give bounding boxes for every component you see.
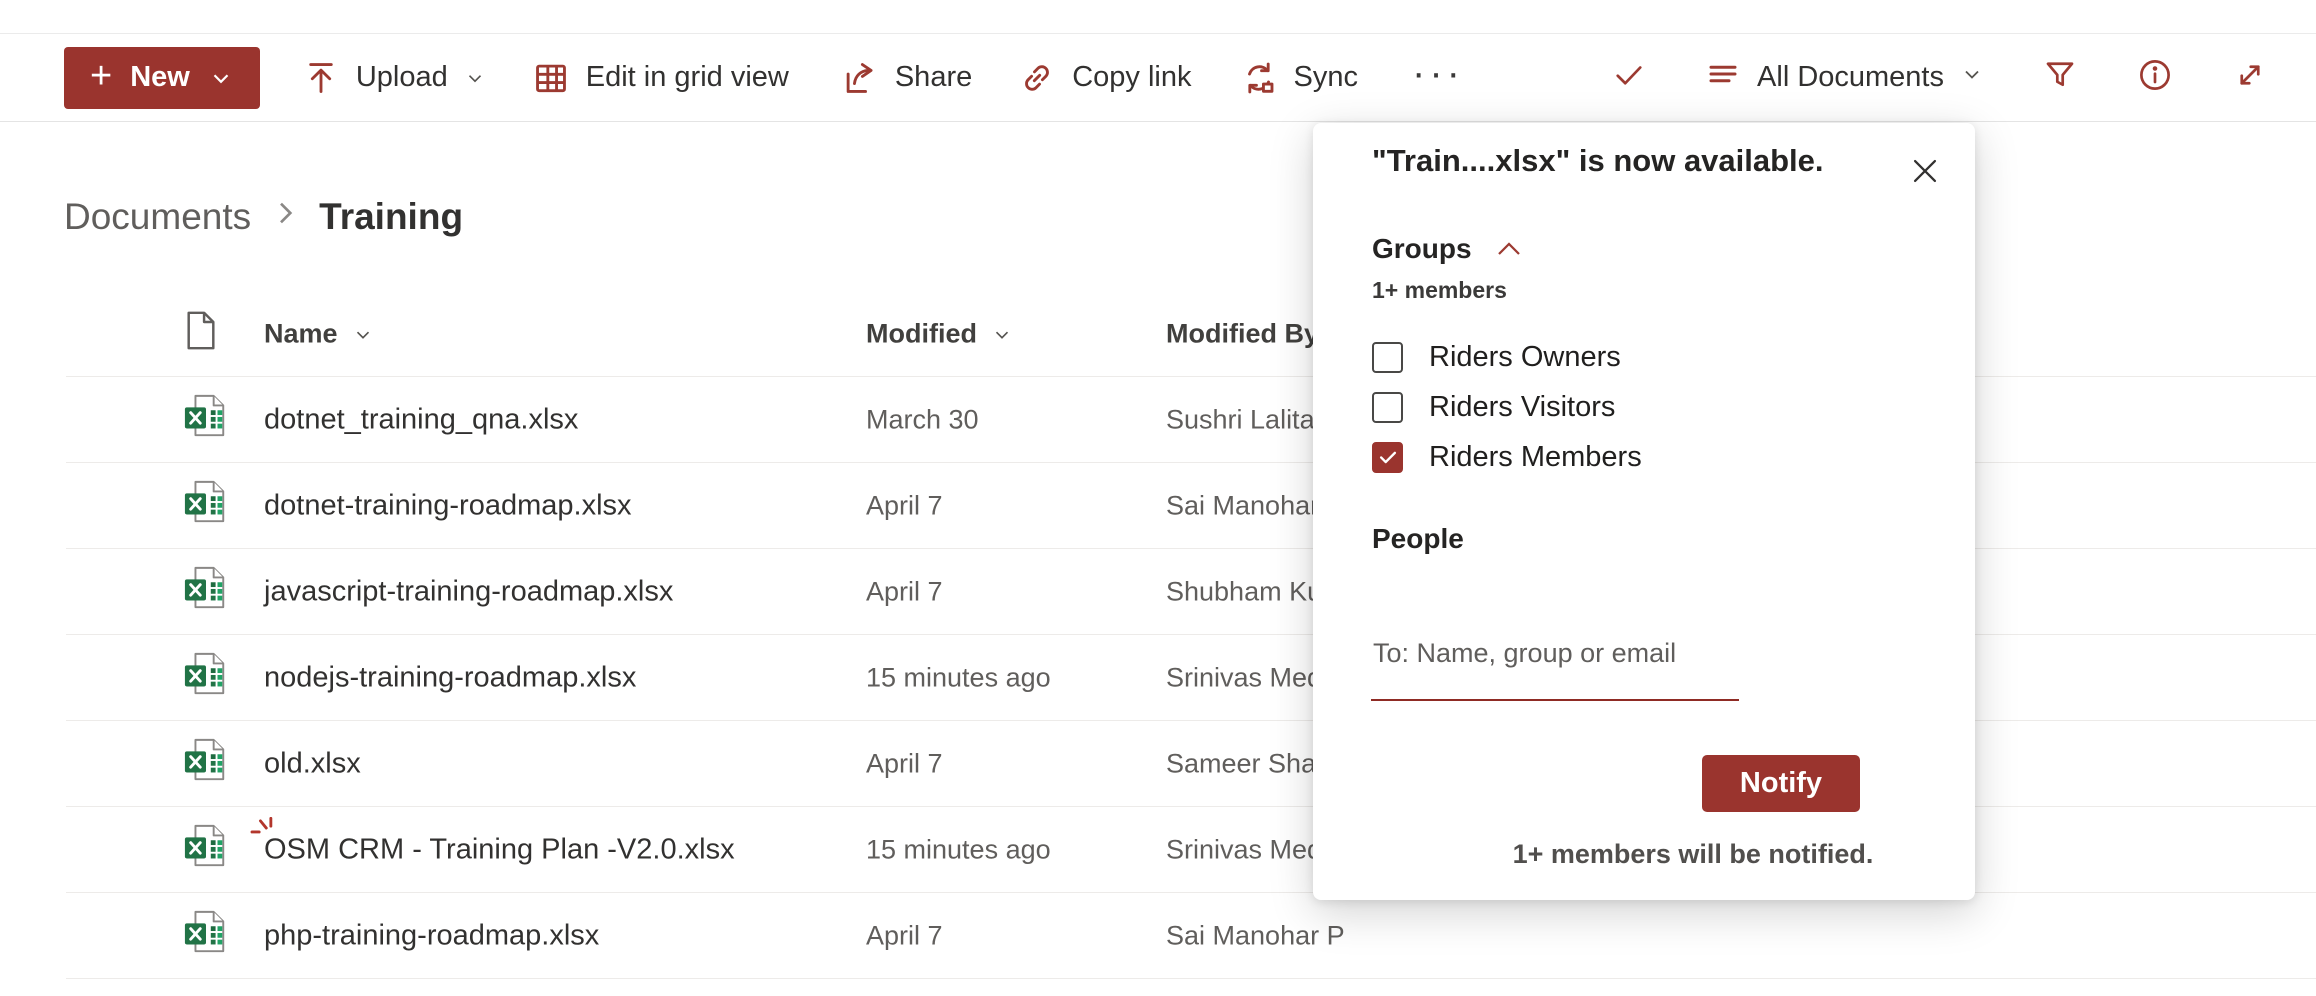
breadcrumb-parent[interactable]: Documents (64, 196, 251, 238)
notify-button[interactable]: Notify (1702, 755, 1860, 812)
people-heading: People (1372, 523, 1464, 555)
file-modified: 15 minutes ago (866, 663, 1051, 694)
row-divider (66, 978, 2316, 979)
file-modified-by: Srinivas Med (1166, 835, 1322, 866)
file-name[interactable]: nodejs-training-roadmap.xlsx (264, 662, 636, 695)
popup-title: "Train....xlsx" is now available. (1372, 143, 1824, 179)
file-modified: March 30 (866, 405, 979, 436)
chevron-down-icon (352, 323, 374, 345)
chevron-down-icon (991, 323, 1013, 345)
breadcrumb-current: Training (319, 196, 463, 238)
chevron-right-icon (273, 196, 297, 238)
share-icon (841, 59, 879, 97)
file-modified-by: Sai Manohar P (1166, 921, 1345, 952)
more-commands-button[interactable]: ··· (1412, 51, 1464, 96)
upload-label: Upload (356, 61, 448, 94)
group-checkbox-option[interactable]: Riders Members (1372, 432, 1642, 482)
close-icon (1908, 154, 1942, 188)
view-list-icon (1705, 56, 1741, 100)
breadcrumb: Documents Training (64, 196, 463, 238)
close-button[interactable] (1903, 149, 1947, 193)
checkbox-label: Riders Visitors (1429, 391, 1615, 424)
file-name[interactable]: javascript-training-roadmap.xlsx (264, 576, 673, 609)
file-modified-by: Sai Manohar (1166, 491, 1319, 522)
chevron-down-icon (208, 65, 234, 91)
share-button[interactable]: Share (841, 59, 972, 97)
checkbox[interactable] (1372, 442, 1403, 473)
upload-button[interactable]: Upload (302, 59, 486, 97)
selection-check-icon[interactable] (1611, 57, 1647, 98)
notification-popup: "Train....xlsx" is now available. Groups… (1313, 123, 1975, 900)
column-header-modified[interactable]: Modified (866, 319, 1013, 350)
excel-file-icon (183, 823, 229, 877)
copy-link-button[interactable]: Copy link (1018, 59, 1191, 97)
excel-file-icon (183, 737, 229, 791)
group-checkbox-option[interactable]: Riders Owners (1372, 332, 1642, 382)
notify-footer-text: 1+ members will be notified. (1443, 839, 1943, 870)
column-header-modified-by[interactable]: Modified By (1166, 319, 1319, 350)
edit-grid-view-button[interactable]: Edit in grid view (532, 59, 789, 97)
column-header-modified-by-label: Modified By (1166, 319, 1319, 349)
grid-icon (532, 59, 570, 97)
column-header-name[interactable]: Name (264, 319, 374, 350)
link-icon (1018, 59, 1056, 97)
filter-icon[interactable] (2042, 57, 2078, 98)
new-button-label: New (130, 61, 190, 94)
checkbox[interactable] (1372, 392, 1403, 423)
column-header-modified-label: Modified (866, 319, 977, 350)
command-bar: + New Upload Edit in grid view Share Cop… (0, 34, 2316, 122)
chevron-down-icon (464, 67, 486, 89)
file-modified-by: Srinivas Med (1166, 663, 1322, 694)
file-name[interactable]: dotnet_training_qna.xlsx (264, 404, 578, 437)
sync-label: Sync (1294, 61, 1358, 94)
file-modified: April 7 (866, 921, 943, 952)
excel-file-icon (183, 909, 229, 963)
upload-icon (302, 59, 340, 97)
expand-icon[interactable] (2232, 57, 2268, 98)
checkbox[interactable] (1372, 342, 1403, 373)
checkbox-label: Riders Members (1429, 441, 1642, 474)
copy-link-label: Copy link (1072, 61, 1191, 94)
check-icon (1377, 446, 1399, 468)
groups-heading: Groups (1372, 233, 1472, 265)
new-button[interactable]: + New (64, 47, 260, 109)
file-type-column-icon (183, 311, 219, 358)
column-header-name-label: Name (264, 319, 338, 350)
excel-file-icon (183, 393, 229, 447)
file-name[interactable]: OSM CRM - Training Plan -V2.0.xlsx (264, 834, 735, 867)
file-name[interactable]: dotnet-training-roadmap.xlsx (264, 490, 632, 523)
file-modified-by: Sushri Lalita (1166, 405, 1315, 436)
edit-grid-view-label: Edit in grid view (586, 61, 789, 94)
people-picker-input[interactable] (1371, 623, 1739, 701)
sync-icon (1240, 59, 1278, 97)
groups-section-header[interactable]: Groups (1372, 233, 1524, 265)
groups-members-count: 1+ members (1372, 277, 1507, 304)
file-name[interactable]: old.xlsx (264, 748, 361, 781)
excel-file-icon (183, 651, 229, 705)
chevron-down-icon (1960, 61, 1984, 94)
info-icon[interactable] (2136, 56, 2174, 99)
table-row[interactable]: php-training-roadmap.xlsx April 7 Sai Ma… (0, 893, 2316, 979)
file-modified: April 7 (866, 749, 943, 780)
file-name[interactable]: php-training-roadmap.xlsx (264, 920, 599, 953)
view-selector[interactable]: All Documents (1705, 56, 1984, 100)
file-modified: April 7 (866, 491, 943, 522)
excel-file-icon (183, 479, 229, 533)
excel-file-icon (183, 565, 229, 619)
sync-button[interactable]: Sync (1240, 59, 1358, 97)
groups-options: Riders Owners Riders Visitors Riders Mem… (1372, 332, 1642, 482)
group-checkbox-option[interactable]: Riders Visitors (1372, 382, 1642, 432)
share-label: Share (895, 61, 972, 94)
chevron-up-icon (1494, 237, 1524, 261)
file-modified: April 7 (866, 577, 943, 608)
view-selector-label: All Documents (1757, 61, 1944, 94)
command-bar-right: All Documents (1611, 56, 2268, 100)
checkbox-label: Riders Owners (1429, 341, 1621, 374)
file-modified: 15 minutes ago (866, 835, 1051, 866)
ellipsis-icon: ··· (1412, 51, 1464, 96)
file-modified-by: Sameer Shaik (1166, 749, 1336, 780)
